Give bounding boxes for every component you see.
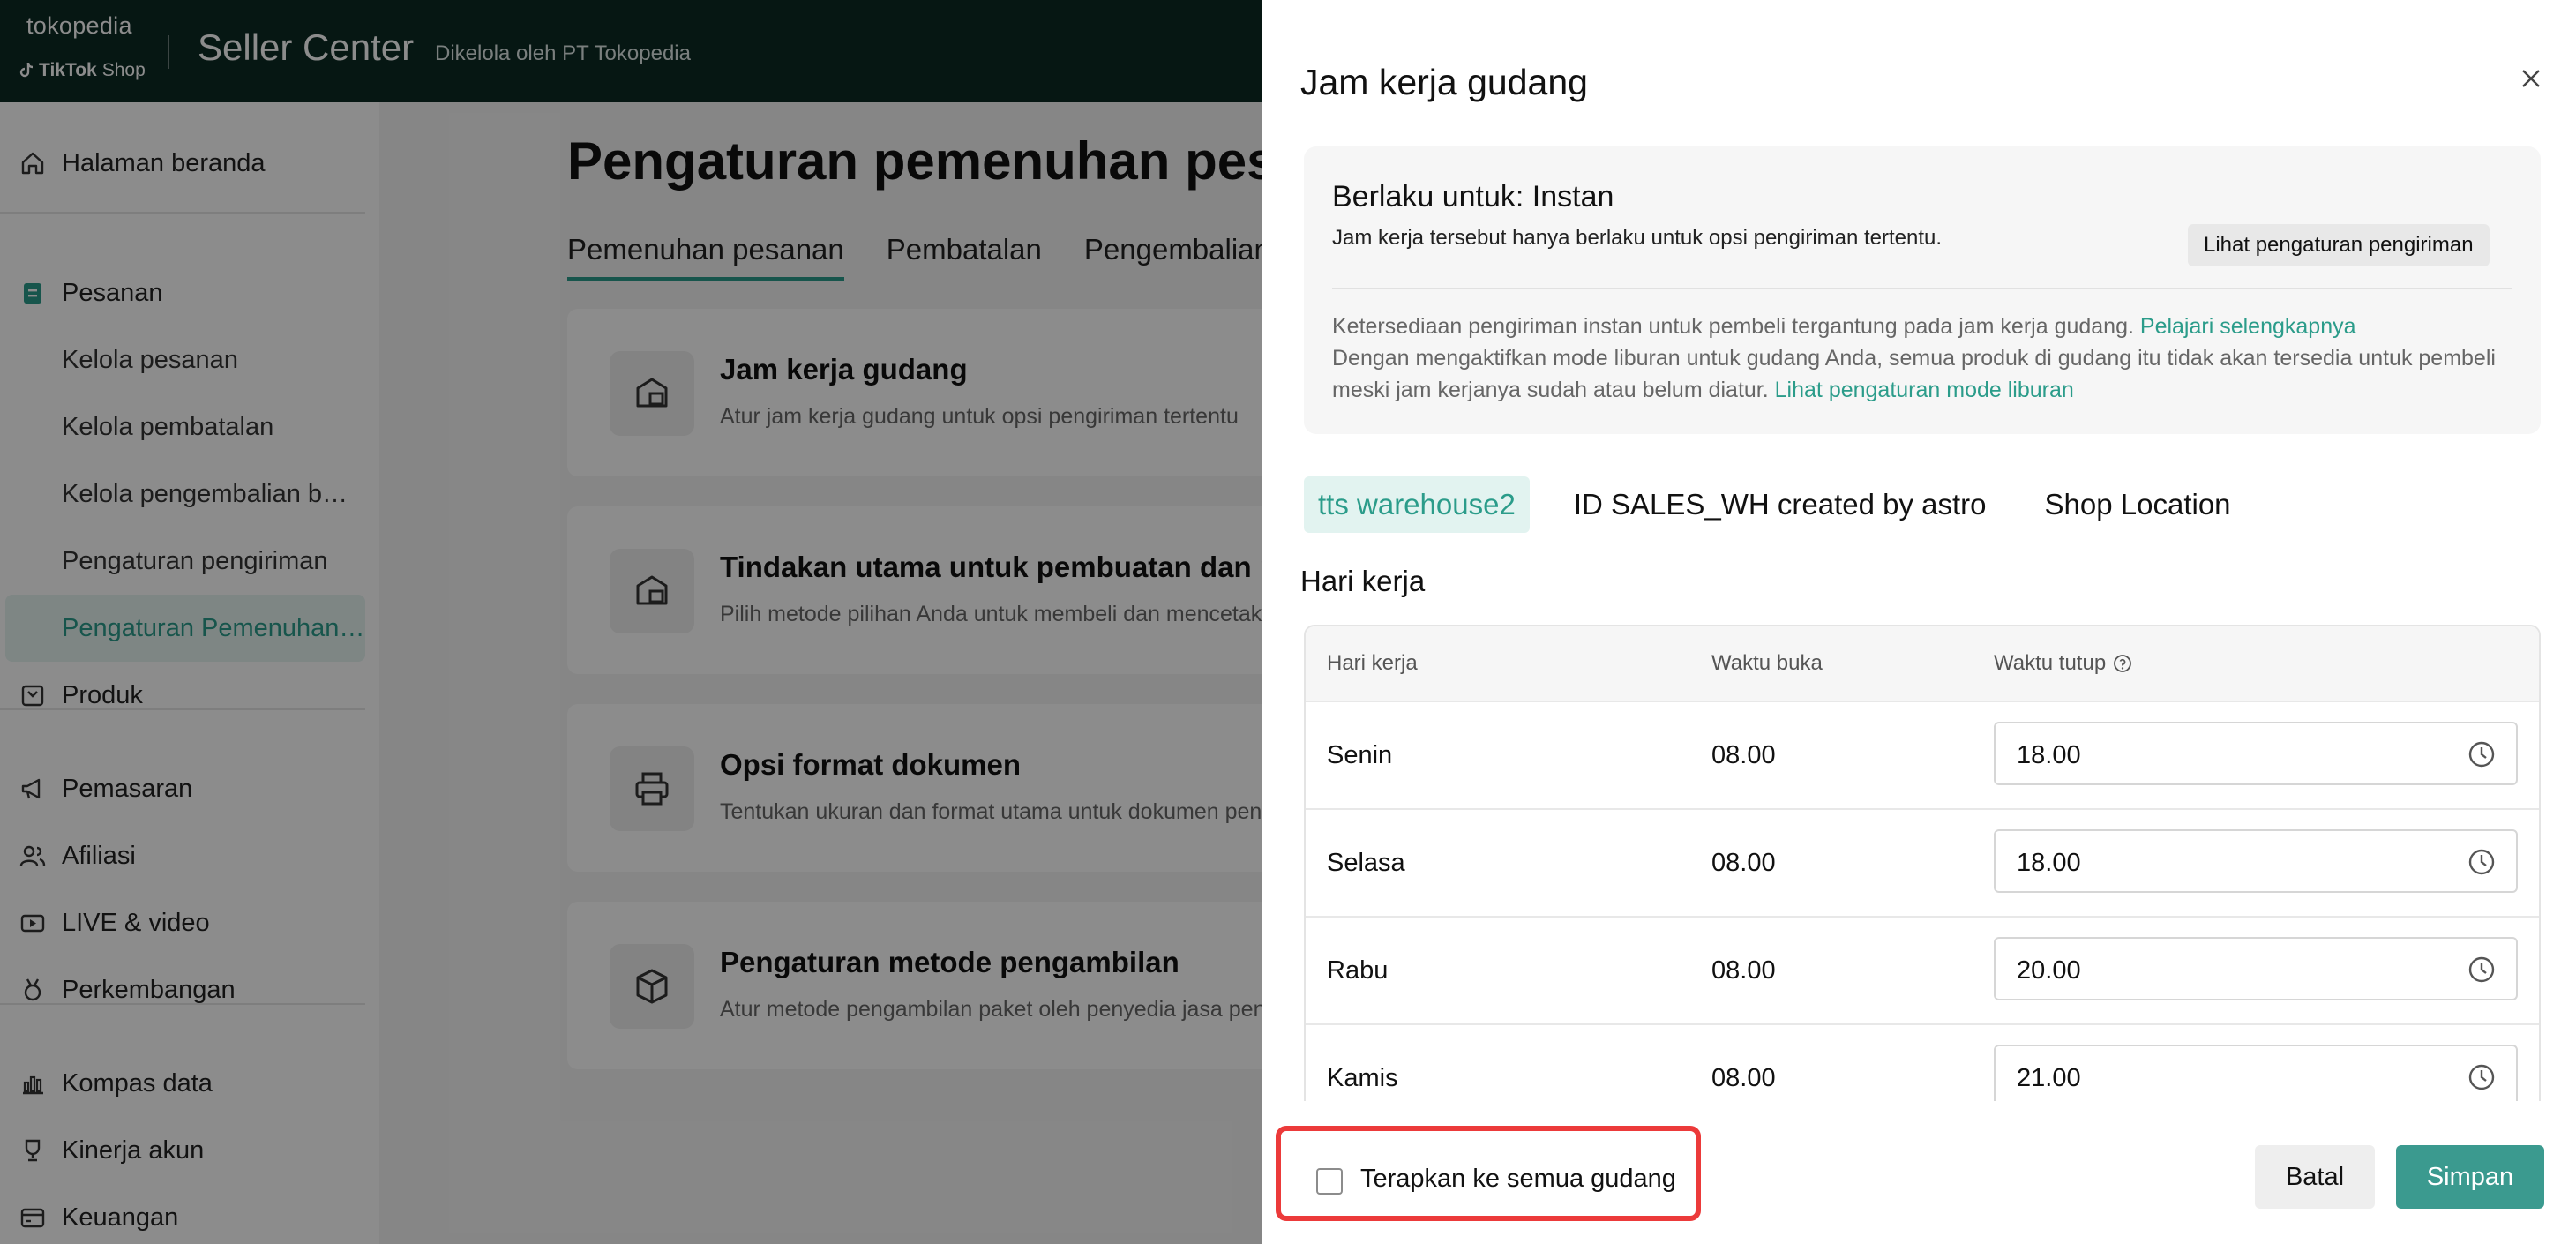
clock-icon <box>2468 1064 2495 1090</box>
close-icon <box>2522 70 2540 87</box>
day-cell: Senin <box>1327 741 1393 769</box>
table-row: Rabu 08.00 20.00 <box>1306 916 2539 1023</box>
section-title: Hari kerja <box>1300 565 1426 597</box>
info-divider <box>1332 288 2512 289</box>
column-header-label: Waktu tutup <box>1994 651 2107 675</box>
drawer-title: Jam kerja gudang <box>1300 62 1588 102</box>
close-time-picker[interactable]: 20.00 <box>1994 937 2518 1000</box>
day-cell: Kamis <box>1327 1064 1398 1092</box>
close-time-picker[interactable]: 18.00 <box>1994 829 2518 893</box>
close-time-picker[interactable]: 21.00 <box>1994 1045 2518 1101</box>
column-header: Hari kerja <box>1327 651 1418 675</box>
modal-overlay[interactable] <box>0 0 1262 1244</box>
table-row: Senin 08.00 18.00 <box>1306 701 2539 808</box>
close-time-value: 18.00 <box>2017 741 2081 769</box>
column-header-close-time: Waktu tutup <box>1994 651 2132 676</box>
warehouse-tab[interactable]: Shop Location <box>2031 476 2245 533</box>
clock-icon <box>2468 956 2495 983</box>
vacation-mode-link[interactable]: Lihat pengaturan mode liburan <box>1775 378 2074 402</box>
apply-all-checkbox[interactable] <box>1316 1168 1343 1195</box>
day-cell: Rabu <box>1327 956 1389 985</box>
table-row: Kamis 08.00 21.00 <box>1306 1023 2539 1101</box>
help-icon[interactable] <box>2113 654 2132 673</box>
info-panel: Berlaku untuk: Instan Jam kerja tersebut… <box>1304 146 2541 434</box>
apply-all-label[interactable]: Terapkan ke semua gudang <box>1360 1165 1676 1194</box>
clock-icon <box>2468 741 2495 768</box>
close-time-value: 21.00 <box>2017 1064 2081 1092</box>
working-hours-table: Hari kerja Waktu buka Waktu tutup Senin … <box>1304 625 2541 1101</box>
warehouse-tab[interactable]: tts warehouse2 <box>1304 476 1530 533</box>
drawer-footer: Terapkan ke semua gudang Batal Simpan <box>1262 1103 2576 1244</box>
close-button[interactable] <box>2516 64 2546 94</box>
note-text: Ketersediaan pengiriman instan untuk pem… <box>1332 314 2134 339</box>
table-header: Hari kerja Waktu buka Waktu tutup <box>1306 626 2539 701</box>
view-shipping-settings-button[interactable]: Lihat pengaturan pengiriman <box>2188 224 2490 266</box>
clock-icon <box>2468 849 2495 875</box>
save-button[interactable]: Simpan <box>2396 1145 2544 1209</box>
info-title: Berlaku untuk: Instan <box>1332 180 1614 214</box>
open-time-cell: 08.00 <box>1711 956 1776 985</box>
close-time-value: 20.00 <box>2017 956 2081 985</box>
day-cell: Selasa <box>1327 849 1405 877</box>
open-time-cell: 08.00 <box>1711 1064 1776 1092</box>
close-time-value: 18.00 <box>2017 849 2081 877</box>
warehouse-tabs: tts warehouse2 ID SALES_WH created by as… <box>1304 476 2275 533</box>
warehouse-hours-drawer: Jam kerja gudang Berlaku untuk: Instan J… <box>1262 0 2576 1244</box>
learn-more-link[interactable]: Pelajari selengkapnya <box>2140 314 2356 339</box>
close-time-picker[interactable]: 18.00 <box>1994 722 2518 785</box>
open-time-cell: 08.00 <box>1711 741 1776 769</box>
cancel-button[interactable]: Batal <box>2255 1145 2375 1209</box>
apply-all-highlight: Terapkan ke semua gudang <box>1276 1126 1701 1221</box>
table-row: Selasa 08.00 18.00 <box>1306 808 2539 916</box>
info-note: Ketersediaan pengiriman instan untuk pem… <box>1332 311 2514 406</box>
open-time-cell: 08.00 <box>1711 849 1776 877</box>
warehouse-tab[interactable]: ID SALES_WH created by astro <box>1560 476 2001 533</box>
column-header: Waktu buka <box>1711 651 1823 675</box>
info-description: Jam kerja tersebut hanya berlaku untuk o… <box>1332 226 1943 250</box>
